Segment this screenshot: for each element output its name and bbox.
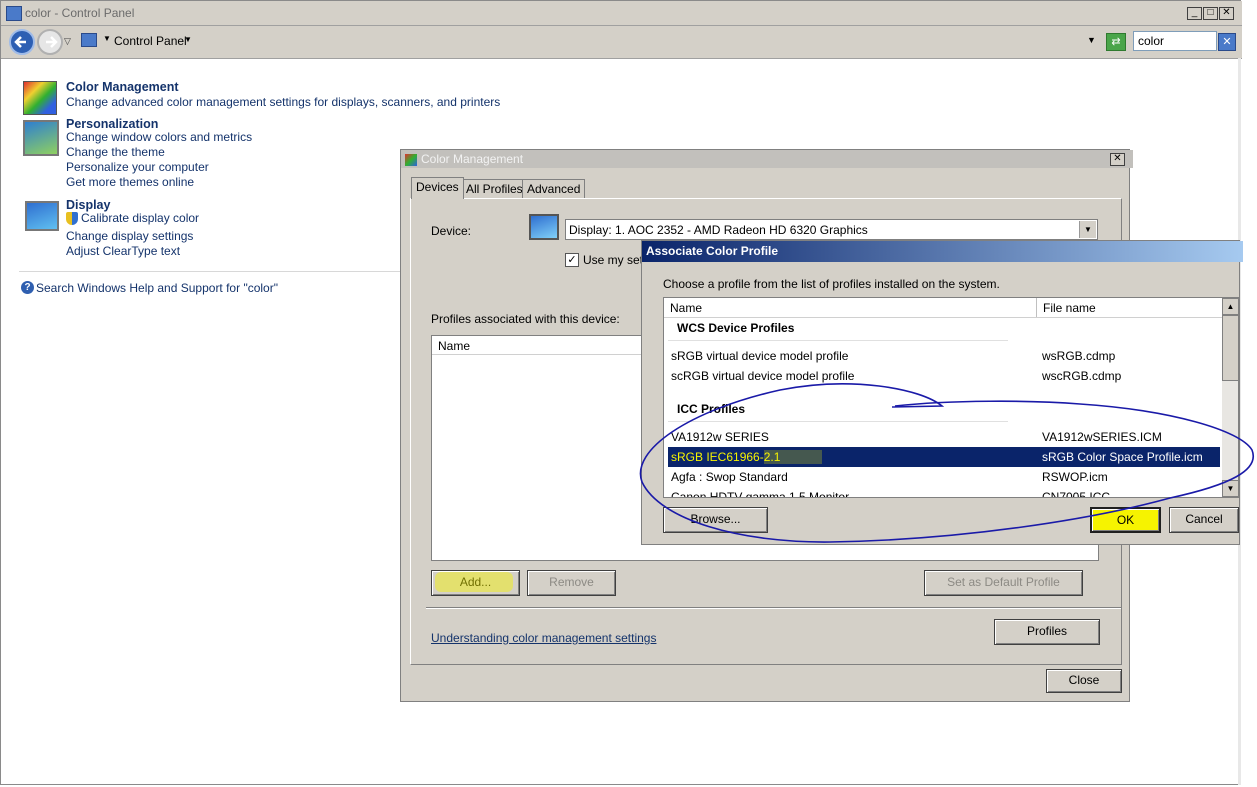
address-bar: ▽ ▼ Control Panel ▼ ▼ ⇄ color ✕: [1, 26, 1242, 59]
profile-name: Agfa : Swop Standard: [671, 470, 788, 484]
profile-file: sRGB Color Space Profile.icm: [1042, 450, 1203, 464]
cancel-button[interactable]: Cancel: [1169, 507, 1239, 533]
personalization-link-colors[interactable]: Change window colors and metrics: [66, 130, 252, 145]
clear-search-icon[interactable]: ✕: [1218, 33, 1236, 51]
personalization-link-personalize[interactable]: Personalize your computer: [66, 160, 209, 175]
profile-list-scrollbar[interactable]: ▲ ▼: [1222, 298, 1238, 497]
associate-dialog-titlebar: Associate Color Profile: [642, 241, 1243, 262]
use-settings-label: Use my set: [583, 253, 644, 267]
refresh-icon[interactable]: ⇄: [1106, 33, 1126, 51]
dialog-separator: [426, 607, 1121, 609]
breadcrumb-dropdown-icon[interactable]: ▼: [184, 35, 192, 44]
breadcrumb[interactable]: ▼ Control Panel ▼ ▼: [79, 31, 1099, 51]
device-select-dropdown-icon[interactable]: ▼: [1079, 221, 1096, 238]
personalization-link-themes-online[interactable]: Get more themes online: [66, 175, 194, 190]
scroll-down-icon[interactable]: ▼: [1222, 480, 1238, 497]
remove-profile-button[interactable]: Remove: [527, 570, 616, 596]
device-select[interactable]: Display: 1. AOC 2352 - AMD Radeon HD 632…: [565, 219, 1098, 240]
group-divider: [668, 340, 1008, 341]
help-icon: ?: [21, 281, 34, 294]
set-default-profile-button[interactable]: Set as Default Profile: [924, 570, 1083, 596]
browse-button[interactable]: Browse...: [663, 507, 768, 533]
group-icc-profiles: ICC Profiles: [677, 402, 746, 416]
title-bar: color - Control Panel _ □ ✕: [1, 1, 1242, 26]
column-divider: [1036, 298, 1037, 317]
use-settings-checkbox[interactable]: ✓: [565, 253, 579, 267]
display-icon: [25, 201, 59, 231]
window-title: color - Control Panel: [25, 6, 135, 20]
profile-row-selected[interactable]: sRGB IEC61966-2.1 sRGB Color Space Profi…: [668, 447, 1220, 467]
history-dropdown-icon[interactable]: ▽: [64, 36, 71, 47]
color-management-link[interactable]: Change advanced color management setting…: [66, 95, 500, 110]
color-management-dialog-title: Color Management: [421, 152, 524, 166]
selection-highlight-mark: [764, 450, 822, 464]
color-management-title[interactable]: Color Management: [66, 79, 179, 95]
associated-list-header-name[interactable]: Name: [438, 339, 470, 353]
back-button[interactable]: [9, 29, 35, 55]
color-management-icon: [23, 81, 57, 115]
display-link-cleartype[interactable]: Adjust ClearType text: [66, 244, 180, 259]
profiles-associated-label: Profiles associated with this device:: [431, 312, 620, 326]
forward-button[interactable]: [37, 29, 63, 55]
close-button[interactable]: Close: [1046, 669, 1122, 693]
profile-name: scRGB virtual device model profile: [671, 369, 855, 383]
profile-row[interactable]: sRGB virtual device model profile wsRGB.…: [668, 346, 1220, 366]
color-management-dialog-icon: [405, 153, 417, 166]
control-panel-small-icon: [81, 33, 97, 47]
profile-file: VA1912wSERIES.ICM: [1042, 430, 1162, 444]
associate-color-profile-dialog: Associate Color Profile Choose a profile…: [641, 240, 1243, 545]
profile-file: CN7005.ICC: [1042, 490, 1111, 498]
breadcrumb-control-panel[interactable]: Control Panel: [114, 34, 187, 48]
profile-row[interactable]: Canon HDTV gamma 1.5 Monitor CN7005.ICC: [668, 487, 1220, 498]
profile-name: sRGB virtual device model profile: [671, 349, 849, 363]
profile-row[interactable]: VA1912w SERIES VA1912wSERIES.ICM: [668, 427, 1220, 447]
breadcrumb-separator-icon[interactable]: ▼: [103, 34, 111, 43]
divider: [19, 271, 404, 272]
personalization-link-theme[interactable]: Change the theme: [66, 145, 165, 160]
search-input[interactable]: color: [1133, 31, 1217, 51]
profile-name: Canon HDTV gamma 1.5 Monitor: [671, 490, 850, 498]
personalization-icon: [23, 120, 59, 156]
shield-icon: [66, 212, 78, 225]
help-search-link[interactable]: Search Windows Help and Support for "col…: [36, 281, 278, 296]
address-dropdown-icon[interactable]: ▼: [1087, 35, 1096, 45]
profile-list[interactable]: Name File name WCS Device Profiles sRGB …: [663, 297, 1239, 498]
device-label: Device:: [431, 224, 472, 238]
column-header-name[interactable]: Name: [670, 301, 702, 315]
profile-name: VA1912w SERIES: [671, 430, 769, 444]
associate-instruction: Choose a profile from the list of profil…: [663, 277, 1000, 291]
maximize-button[interactable]: □: [1203, 7, 1218, 20]
profile-file: wscRGB.cdmp: [1042, 369, 1122, 383]
profile-file: wsRGB.cdmp: [1042, 349, 1116, 363]
forward-arrow-icon: [46, 36, 58, 48]
color-management-dialog-titlebar: Color Management: [401, 150, 1133, 168]
color-management-close-icon[interactable]: ✕: [1110, 153, 1125, 166]
scroll-up-icon[interactable]: ▲: [1222, 298, 1238, 315]
control-panel-icon: [6, 6, 22, 21]
profile-row[interactable]: Agfa : Swop Standard RSWOP.icm: [668, 467, 1220, 487]
group-divider: [668, 421, 1008, 422]
scroll-thumb[interactable]: [1222, 315, 1238, 381]
back-arrow-icon: [14, 36, 26, 48]
minimize-button[interactable]: _: [1187, 7, 1202, 20]
tab-devices[interactable]: Devices: [411, 177, 464, 199]
column-header-file-name[interactable]: File name: [1043, 301, 1096, 315]
group-wcs-device-profiles: WCS Device Profiles: [677, 321, 795, 335]
ok-button[interactable]: OK: [1090, 507, 1161, 533]
understanding-color-management-link[interactable]: Understanding color management settings: [431, 631, 656, 645]
profile-row[interactable]: scRGB virtual device model profile wscRG…: [668, 366, 1220, 386]
profiles-button[interactable]: Profiles: [994, 619, 1100, 645]
add-profile-button[interactable]: Add...: [431, 570, 520, 596]
associate-dialog-title: Associate Color Profile: [646, 244, 779, 258]
display-link-settings[interactable]: Change display settings: [66, 229, 193, 244]
close-window-button[interactable]: ✕: [1219, 7, 1234, 20]
profile-file: RSWOP.icm: [1042, 470, 1108, 484]
device-select-value: Display: 1. AOC 2352 - AMD Radeon HD 632…: [569, 223, 868, 237]
profile-list-header: Name File name: [664, 298, 1222, 318]
tab-advanced[interactable]: Advanced: [522, 179, 586, 198]
monitor-icon: [529, 214, 559, 240]
display-link-calibrate[interactable]: Calibrate display color: [81, 211, 199, 226]
tab-all-profiles[interactable]: All Profiles: [461, 179, 528, 198]
